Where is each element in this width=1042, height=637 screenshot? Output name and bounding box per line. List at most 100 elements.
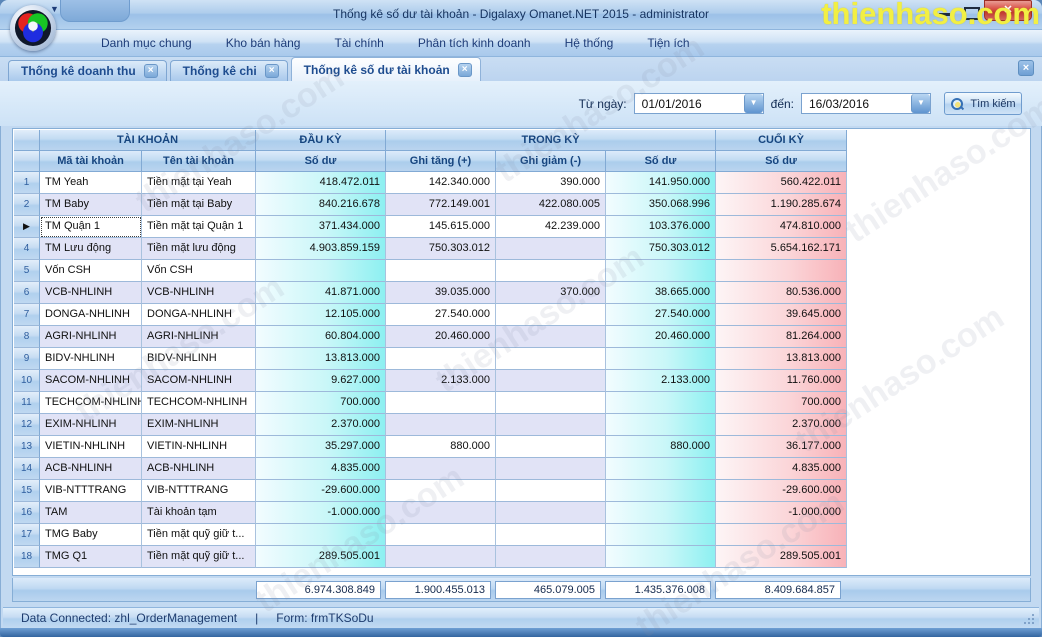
opening-balance-cell[interactable] — [256, 260, 386, 282]
decrease-cell[interactable] — [496, 348, 606, 370]
increase-cell[interactable] — [386, 480, 496, 502]
decrease-cell[interactable]: 42.239.000 — [496, 216, 606, 238]
row-indicator[interactable]: 18 — [14, 546, 40, 568]
closing-balance-cell[interactable]: 11.760.000 — [716, 370, 847, 392]
group-dau-ky[interactable]: ĐẦU KỲ — [256, 130, 386, 151]
table-row[interactable]: 17 TMG Baby Tiền mặt quỹ giữ t... — [14, 524, 847, 546]
account-name-cell[interactable]: Tiền mặt tại Yeah — [142, 172, 256, 194]
account-name-cell[interactable]: ACB-NHLINH — [142, 458, 256, 480]
menu-tai-chinh[interactable]: Tài chính — [317, 30, 400, 56]
col-ghi-tang[interactable]: Ghi tăng (+) — [386, 151, 496, 172]
period-balance-cell[interactable]: 750.303.012 — [606, 238, 716, 260]
period-balance-cell[interactable]: 350.068.996 — [606, 194, 716, 216]
closing-balance-cell[interactable]: -1.000.000 — [716, 502, 847, 524]
closing-balance-cell[interactable]: 5.654.162.171 — [716, 238, 847, 260]
restore-button[interactable] — [958, 4, 984, 20]
closing-balance-cell[interactable]: -29.600.000 — [716, 480, 847, 502]
increase-cell[interactable]: 750.303.012 — [386, 238, 496, 260]
row-indicator[interactable]: 13 — [14, 436, 40, 458]
to-date-input[interactable]: 16/03/2016 ▼ — [801, 93, 931, 114]
opening-balance-cell[interactable]: 9.627.000 — [256, 370, 386, 392]
chevron-down-icon[interactable]: ▼ — [911, 94, 930, 113]
account-name-cell[interactable]: TECHCOM-NHLINH — [142, 392, 256, 414]
account-name-cell[interactable]: DONGA-NHLINH — [142, 304, 256, 326]
table-row[interactable]: 12 EXIM-NHLINH EXIM-NHLINH 2.370.000 2.3… — [14, 414, 847, 436]
decrease-cell[interactable] — [496, 392, 606, 414]
group-cuoi-ky[interactable]: CUỐI KỲ — [716, 130, 847, 151]
closing-balance-cell[interactable]: 39.645.000 — [716, 304, 847, 326]
table-row[interactable]: 6 VCB-NHLINH VCB-NHLINH 41.871.000 39.03… — [14, 282, 847, 304]
account-code-cell[interactable]: VIB-NTTTRANG — [40, 480, 142, 502]
opening-balance-cell[interactable]: 418.472.011 — [256, 172, 386, 194]
period-balance-cell[interactable] — [606, 524, 716, 546]
table-row[interactable]: 7 DONGA-NHLINH DONGA-NHLINH 12.105.000 2… — [14, 304, 847, 326]
table-row[interactable]: 1 TM Yeah Tiền mặt tại Yeah 418.472.011 … — [14, 172, 847, 194]
decrease-cell[interactable] — [496, 414, 606, 436]
increase-cell[interactable]: 39.035.000 — [386, 282, 496, 304]
row-indicator[interactable]: 12 — [14, 414, 40, 436]
account-code-cell[interactable]: DONGA-NHLINH — [40, 304, 142, 326]
tab-close-icon[interactable]: × — [265, 64, 279, 78]
period-balance-cell[interactable] — [606, 546, 716, 568]
account-code-cell[interactable]: AGRI-NHLINH — [40, 326, 142, 348]
opening-balance-cell[interactable]: 371.434.000 — [256, 216, 386, 238]
row-indicator[interactable]: 14 — [14, 458, 40, 480]
tab-thong-ke-chi[interactable]: Thống kê chi × — [170, 60, 288, 81]
closing-balance-cell[interactable]: 4.835.000 — [716, 458, 847, 480]
row-indicator[interactable]: 4 — [14, 238, 40, 260]
account-name-cell[interactable]: SACOM-NHLINH — [142, 370, 256, 392]
account-code-cell[interactable]: TAM — [40, 502, 142, 524]
row-indicator[interactable]: 6 — [14, 282, 40, 304]
closing-balance-cell[interactable]: 2.370.000 — [716, 414, 847, 436]
decrease-cell[interactable] — [496, 304, 606, 326]
col-ghi-giam[interactable]: Ghi giảm (-) — [496, 151, 606, 172]
row-indicator[interactable]: 2 — [14, 194, 40, 216]
closing-balance-cell[interactable]: 80.536.000 — [716, 282, 847, 304]
account-name-cell[interactable]: EXIM-NHLINH — [142, 414, 256, 436]
period-balance-cell[interactable] — [606, 480, 716, 502]
account-name-cell[interactable]: VIB-NTTTRANG — [142, 480, 256, 502]
row-indicator[interactable]: ▶ — [14, 216, 40, 238]
opening-balance-cell[interactable] — [256, 524, 386, 546]
close-tab-group-icon[interactable]: × — [1018, 60, 1034, 76]
decrease-cell[interactable] — [496, 524, 606, 546]
account-code-cell[interactable]: BIDV-NHLINH — [40, 348, 142, 370]
tab-close-icon[interactable]: × — [458, 63, 472, 77]
opening-balance-cell[interactable]: 4.903.859.159 — [256, 238, 386, 260]
account-code-cell[interactable]: TM Yeah — [40, 172, 142, 194]
decrease-cell[interactable] — [496, 480, 606, 502]
tab-thong-ke-so-du-tai-khoan[interactable]: Thống kê số dư tài khoản × — [291, 57, 481, 81]
search-button[interactable]: Tìm kiếm — [944, 92, 1022, 115]
row-indicator[interactable]: 17 — [14, 524, 40, 546]
account-code-cell[interactable]: TMG Q1 — [40, 546, 142, 568]
group-trong-ky[interactable]: TRONG KỲ — [386, 130, 716, 151]
table-row[interactable]: 10 SACOM-NHLINH SACOM-NHLINH 9.627.000 2… — [14, 370, 847, 392]
closing-balance-cell[interactable] — [716, 524, 847, 546]
increase-cell[interactable]: 27.540.000 — [386, 304, 496, 326]
period-balance-cell[interactable] — [606, 458, 716, 480]
row-indicator[interactable]: 11 — [14, 392, 40, 414]
opening-balance-cell[interactable]: 13.813.000 — [256, 348, 386, 370]
period-balance-cell[interactable] — [606, 348, 716, 370]
account-code-cell[interactable]: ACB-NHLINH — [40, 458, 142, 480]
closing-balance-cell[interactable]: 13.813.000 — [716, 348, 847, 370]
opening-balance-cell[interactable]: 289.505.001 — [256, 546, 386, 568]
account-name-cell[interactable]: AGRI-NHLINH — [142, 326, 256, 348]
decrease-cell[interactable] — [496, 260, 606, 282]
col-so-du-dau-ky[interactable]: Số dư — [256, 151, 386, 172]
period-balance-cell[interactable]: 27.540.000 — [606, 304, 716, 326]
account-code-cell[interactable]: TM Lưu động — [40, 238, 142, 260]
opening-balance-cell[interactable]: 41.871.000 — [256, 282, 386, 304]
opening-balance-cell[interactable]: -29.600.000 — [256, 480, 386, 502]
tab-close-icon[interactable]: × — [144, 64, 158, 78]
closing-balance-cell[interactable]: 36.177.000 — [716, 436, 847, 458]
opening-balance-cell[interactable]: -1.000.000 — [256, 502, 386, 524]
period-balance-cell[interactable] — [606, 260, 716, 282]
decrease-cell[interactable] — [496, 326, 606, 348]
account-name-cell[interactable]: Vốn CSH — [142, 260, 256, 282]
menu-danh-muc-chung[interactable]: Danh mục chung — [84, 30, 209, 56]
opening-balance-cell[interactable]: 12.105.000 — [256, 304, 386, 326]
row-indicator[interactable]: 1 — [14, 172, 40, 194]
opening-balance-cell[interactable]: 2.370.000 — [256, 414, 386, 436]
account-name-cell[interactable]: Tiền mặt quỹ giữ t... — [142, 524, 256, 546]
